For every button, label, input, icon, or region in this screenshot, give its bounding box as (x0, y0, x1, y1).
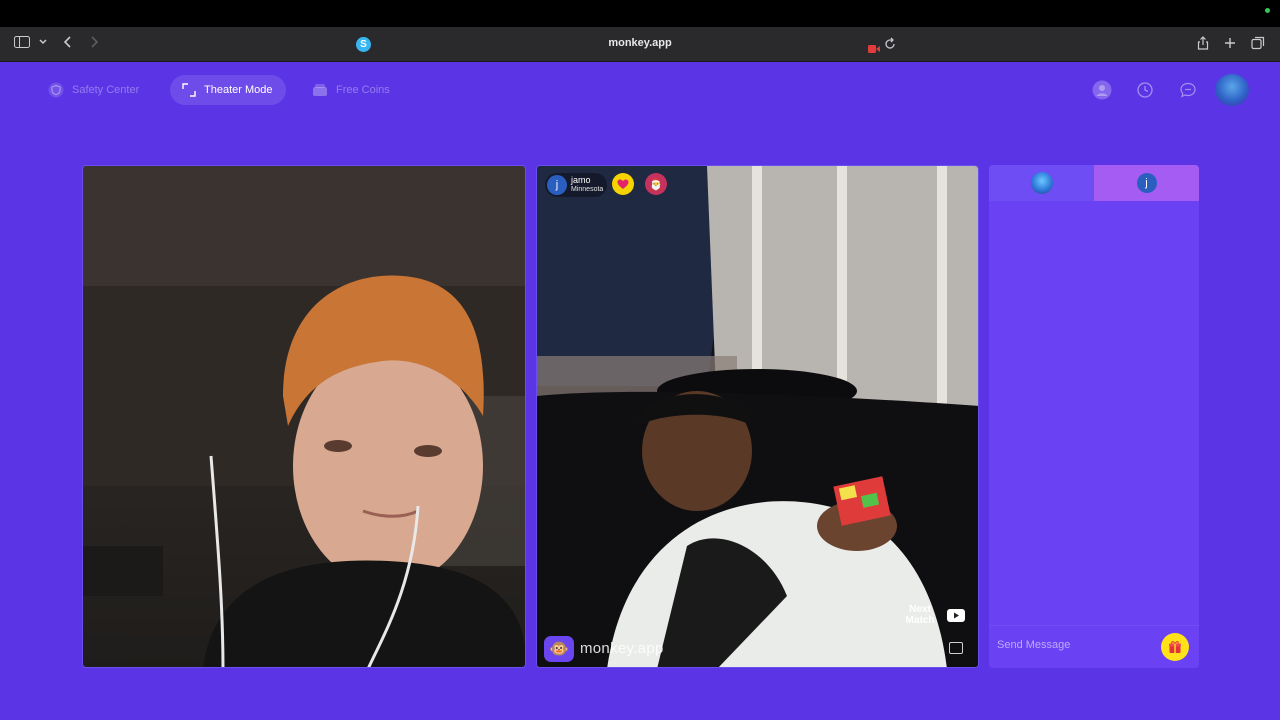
theater-mode-label: Theater Mode (204, 84, 273, 96)
matched-user-avatar: j (547, 175, 567, 195)
gift-icon (1169, 641, 1181, 653)
share-icon[interactable] (1196, 36, 1210, 52)
self-avatar-icon (1030, 172, 1053, 194)
match-video-panel: j jamo Minnesota 🎅 Next Match 🐵 monkey.a… (536, 165, 979, 668)
browser-toolbar: monkey.app (0, 27, 1280, 62)
match-video-feed (537, 166, 978, 667)
chat-tabs: j (989, 165, 1199, 201)
free-coins-label: Free Coins (336, 84, 390, 96)
camera-indicator-icon (1265, 8, 1270, 13)
url-text: monkey.app (608, 37, 672, 49)
expand-icon (182, 83, 196, 97)
messages-icon[interactable] (1178, 80, 1198, 100)
matched-user-tab-avatar: j (1136, 173, 1157, 193)
report-icon[interactable] (949, 642, 963, 654)
site-favicon-icon[interactable]: S (356, 37, 371, 52)
back-icon[interactable] (62, 36, 74, 52)
self-video-panel (82, 165, 526, 668)
tab-overview-icon[interactable] (1251, 36, 1265, 52)
free-coins-button[interactable]: Free Coins (300, 75, 404, 105)
reload-icon[interactable] (884, 37, 896, 56)
tab-matched-user[interactable]: j (1094, 165, 1199, 201)
send-message-input[interactable] (997, 634, 1157, 656)
camera-recording-icon[interactable] (868, 40, 880, 53)
profile-icon[interactable] (1092, 80, 1112, 100)
message-bar (989, 625, 1199, 668)
gift-badge-icon[interactable]: 🎅 (645, 173, 667, 195)
next-match-icon[interactable] (947, 609, 965, 622)
matched-user-name: jamo (571, 175, 591, 185)
theater-mode-button[interactable]: Theater Mode (170, 75, 287, 105)
chat-panel: j (989, 165, 1199, 668)
next-match-text: Next Match (905, 604, 935, 626)
safety-center-button[interactable]: Safety Center (36, 75, 153, 105)
next-match-label[interactable]: Next Match (902, 604, 938, 626)
heart-badge-icon[interactable] (612, 173, 634, 195)
chevron-down-icon[interactable] (38, 36, 48, 52)
coins-icon (313, 84, 327, 96)
system-menu-bar (0, 0, 1280, 27)
account-avatar[interactable] (1215, 74, 1249, 106)
tab-self[interactable] (989, 165, 1094, 201)
matched-user-info: jamo Minnesota (571, 176, 603, 194)
matched-user-tag[interactable]: j jamo Minnesota (545, 173, 608, 197)
new-tab-icon[interactable] (1223, 36, 1237, 52)
sidebar-toggle-icon[interactable] (14, 36, 30, 52)
self-video-feed (83, 166, 525, 667)
history-icon[interactable] (1135, 80, 1155, 100)
forward-icon[interactable] (88, 36, 100, 52)
matched-user-location: Minnesota (571, 186, 604, 193)
shield-icon (48, 82, 64, 98)
brand-watermark: monkey.app (580, 640, 664, 657)
monkey-logo-icon: 🐵 (544, 636, 574, 662)
gift-button[interactable] (1161, 633, 1189, 661)
safety-center-label: Safety Center (72, 84, 140, 96)
address-bar[interactable]: monkey.app (380, 33, 900, 55)
